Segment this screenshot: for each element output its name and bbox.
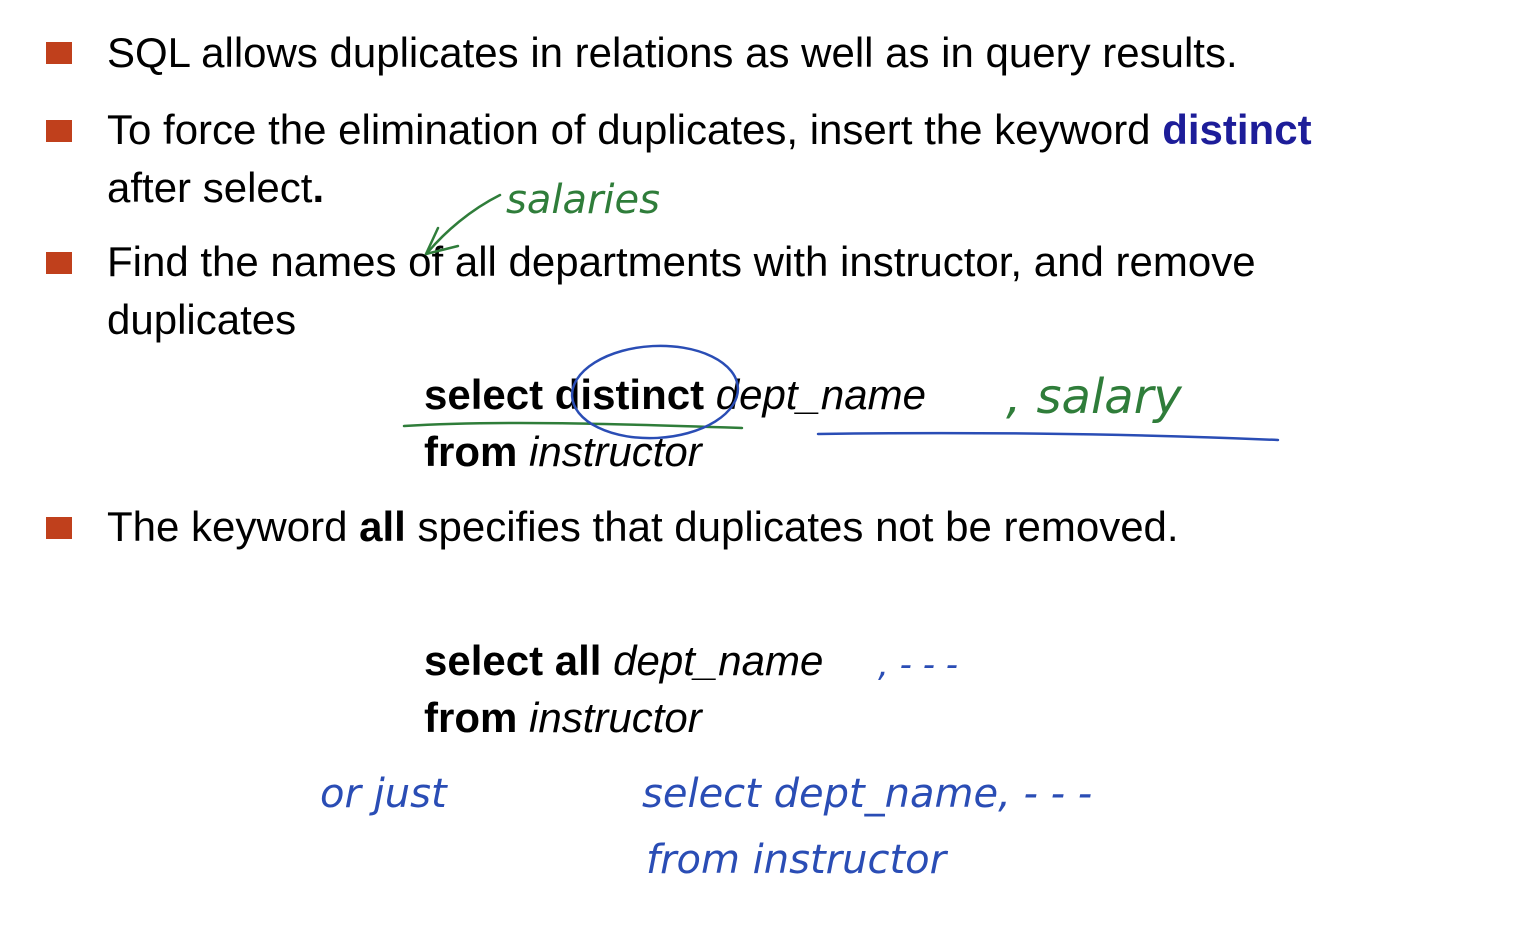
query-2-from-line: from instructor [424,689,823,746]
bullet-marker-2 [46,120,72,142]
query-1: select distinct dept_name from instructo… [424,366,926,480]
query-1-table: instructor [529,428,702,475]
bullet-marker-3 [46,252,72,274]
bullet-3-line-2: duplicates [107,296,297,343]
query-2-from-keyword: from [424,694,518,741]
bullet-2-line-2: after select. [107,159,1312,217]
bullet-text-2: To force the elimination of duplicates, … [107,101,1312,217]
query-2-table: instructor [529,694,702,741]
bullet-2-line-2-text: after select [107,164,313,211]
query-1-select-keyword: select [424,371,544,418]
bullet-2-line-1-text: To force the elimination of duplicates, … [107,106,1163,153]
query-1-from-line: from instructor [424,423,926,480]
bullet-text-3: Find the names of all departments with i… [107,233,1256,349]
bullet-marker-1 [46,42,72,64]
bullet-4-pre: The keyword [107,503,360,550]
bullet-marker-4 [46,517,72,539]
keyword-all: all [359,503,406,550]
ink-ellipsis-query-2: , - - - [878,645,958,685]
query-1-column: dept_name [715,371,926,418]
keyword-distinct: distinct [1162,106,1312,153]
ink-from-line: from instructor [646,837,949,883]
query-2-select-all-keyword: select all [424,637,602,684]
ink-salary: , salary [1006,369,1182,425]
bullet-4-post: specifies that duplicates not be removed… [405,503,1179,550]
ink-select-line: select dept_name, - - - [642,771,1092,817]
query-2: select all dept_name from instructor [424,632,823,746]
bullet-1-text: SQL allows duplicates in relations as we… [107,29,1238,76]
ink-or-just: or just [320,771,448,817]
bullet-2-period: . [312,164,325,211]
bullet-text-4: The keyword all specifies that duplicate… [107,498,1179,556]
query-1-distinct-keyword: distinct [554,371,705,418]
query-1-select-line: select distinct dept_name [424,366,926,423]
bullet-2-line-1: To force the elimination of duplicates, … [107,101,1312,159]
query-1-from-keyword: from [424,428,518,475]
bullet-3-line-1: Find the names of all departments with i… [107,238,1256,285]
query-2-column: dept_name [613,637,824,684]
query-2-select-line: select all dept_name [424,632,823,689]
bullet-text-1: SQL allows duplicates in relations as we… [107,24,1238,82]
